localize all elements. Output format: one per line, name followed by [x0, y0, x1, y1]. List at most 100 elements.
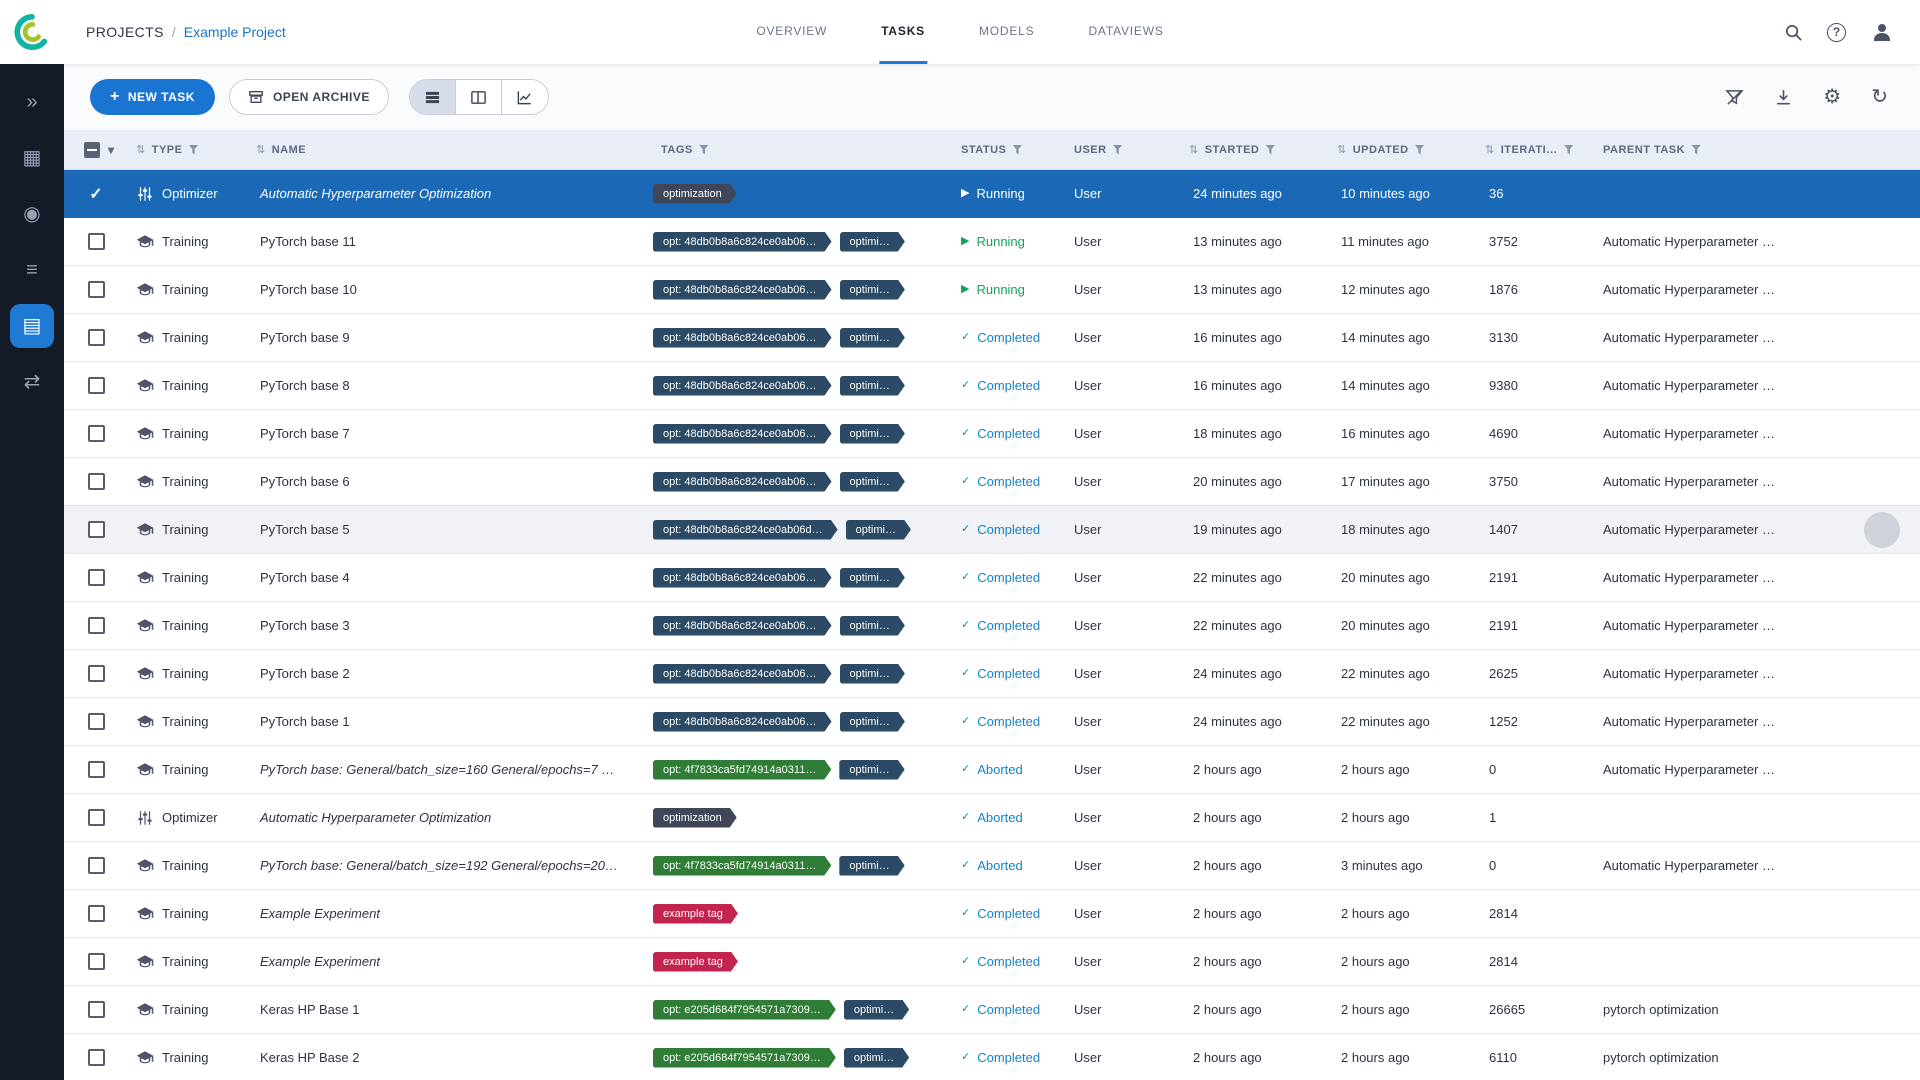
- filter-icon[interactable]: [1113, 145, 1123, 155]
- row-select-cell[interactable]: [64, 1049, 128, 1066]
- row-checkbox[interactable]: [88, 569, 105, 586]
- task-row[interactable]: OptimizerAutomatic Hyperparameter Optimi…: [64, 794, 1920, 842]
- sidebar-item-datasets[interactable]: ≡: [10, 248, 54, 292]
- row-checkbox[interactable]: [88, 809, 105, 826]
- tag-badge[interactable]: opt: e205d684f7954571a7309…: [653, 1000, 836, 1020]
- row-select-cell[interactable]: [64, 953, 128, 970]
- row-checkbox[interactable]: [88, 233, 105, 250]
- row-checkbox[interactable]: [88, 1049, 105, 1066]
- tag-badge[interactable]: optimi…: [846, 520, 911, 540]
- chevron-down-icon[interactable]: ▾: [108, 143, 115, 157]
- sidebar-item-pipelines[interactable]: ⇄: [10, 360, 54, 404]
- sidebar-item-projects[interactable]: ▦: [10, 136, 54, 180]
- task-name[interactable]: Keras HP Base 1: [248, 1002, 653, 1017]
- row-checkbox[interactable]: [88, 473, 105, 490]
- tab-tasks[interactable]: TASKS: [879, 0, 927, 64]
- tag-badge[interactable]: opt: 48db0b8a6c824ce0ab06…: [653, 712, 832, 732]
- sidebar-item-expand[interactable]: »: [10, 80, 54, 124]
- column-header-tags[interactable]: TAGS: [653, 144, 953, 156]
- breadcrumb-projects[interactable]: PROJECTS: [86, 24, 164, 40]
- row-select-cell[interactable]: ✓: [64, 184, 128, 204]
- row-checkbox[interactable]: [88, 1001, 105, 1018]
- task-row[interactable]: TrainingPyTorch base: General/batch_size…: [64, 842, 1920, 890]
- row-select-cell[interactable]: [64, 713, 128, 730]
- column-header-type[interactable]: ⇅TYPE: [128, 143, 248, 156]
- auto-refresh-icon[interactable]: ↻: [1871, 87, 1888, 107]
- filter-icon[interactable]: [188, 145, 198, 155]
- task-row[interactable]: TrainingKeras HP Base 2opt: e205d684f795…: [64, 1034, 1920, 1080]
- column-header-iterations[interactable]: ⇅ITERATI…: [1477, 143, 1595, 156]
- task-row[interactable]: TrainingPyTorch base 5opt: 48db0b8a6c824…: [64, 506, 1920, 554]
- task-name[interactable]: PyTorch base 5: [248, 522, 653, 537]
- row-checkbox[interactable]: [88, 617, 105, 634]
- tag-badge[interactable]: opt: 48db0b8a6c824ce0ab06d…: [653, 520, 838, 540]
- tab-overview[interactable]: OVERVIEW: [754, 0, 829, 64]
- clear-filters-icon[interactable]: [1725, 88, 1744, 107]
- task-row[interactable]: TrainingExample Experimentexample tag✓Co…: [64, 890, 1920, 938]
- task-name[interactable]: Automatic Hyperparameter Optimization: [248, 810, 653, 825]
- tag-badge[interactable]: optimi…: [840, 328, 905, 348]
- task-name[interactable]: PyTorch base 4: [248, 570, 653, 585]
- row-hover-indicator[interactable]: [1864, 512, 1900, 548]
- row-select-cell[interactable]: [64, 761, 128, 778]
- search-icon[interactable]: [1784, 23, 1803, 42]
- user-avatar[interactable]: [1870, 20, 1894, 44]
- row-select-cell[interactable]: [64, 1001, 128, 1018]
- filter-icon[interactable]: [1564, 145, 1574, 155]
- row-checkbox[interactable]: [88, 713, 105, 730]
- row-select-cell[interactable]: [64, 521, 128, 538]
- sort-icon[interactable]: ⇅: [1189, 143, 1199, 156]
- row-checkbox[interactable]: [88, 953, 105, 970]
- task-name[interactable]: PyTorch base: General/batch_size=160 Gen…: [248, 762, 653, 777]
- select-all-cell[interactable]: ▾: [64, 142, 128, 158]
- tag-badge[interactable]: opt: 48db0b8a6c824ce0ab06…: [653, 376, 832, 396]
- row-select-cell[interactable]: [64, 905, 128, 922]
- tag-badge[interactable]: opt: 48db0b8a6c824ce0ab06…: [653, 280, 832, 300]
- help-icon[interactable]: ?: [1827, 23, 1846, 42]
- open-archive-button[interactable]: OPEN ARCHIVE: [229, 79, 389, 115]
- sort-icon[interactable]: ⇅: [1337, 143, 1347, 156]
- task-row[interactable]: TrainingPyTorch base 8opt: 48db0b8a6c824…: [64, 362, 1920, 410]
- tag-badge[interactable]: opt: 48db0b8a6c824ce0ab06…: [653, 616, 832, 636]
- task-row[interactable]: TrainingPyTorch base 1opt: 48db0b8a6c824…: [64, 698, 1920, 746]
- app-logo[interactable]: [0, 13, 64, 51]
- row-select-cell[interactable]: [64, 809, 128, 826]
- row-checkbox[interactable]: [88, 425, 105, 442]
- chart-view-toggle[interactable]: [502, 80, 548, 114]
- row-checkbox[interactable]: [88, 377, 105, 394]
- task-row[interactable]: TrainingPyTorch base 2opt: 48db0b8a6c824…: [64, 650, 1920, 698]
- tag-badge[interactable]: optimi…: [840, 232, 905, 252]
- task-row[interactable]: TrainingKeras HP Base 1opt: e205d684f795…: [64, 986, 1920, 1034]
- download-icon[interactable]: [1774, 88, 1793, 107]
- tag-badge[interactable]: optimi…: [840, 616, 905, 636]
- task-name[interactable]: PyTorch base 7: [248, 426, 653, 441]
- row-checkbox[interactable]: [88, 665, 105, 682]
- tab-dataviews[interactable]: DATAVIEWS: [1086, 0, 1165, 64]
- task-row[interactable]: TrainingPyTorch base 4opt: 48db0b8a6c824…: [64, 554, 1920, 602]
- new-task-button[interactable]: + NEW TASK: [90, 79, 215, 115]
- column-header-started[interactable]: ⇅STARTED: [1181, 143, 1329, 156]
- task-row[interactable]: TrainingPyTorch base 3opt: 48db0b8a6c824…: [64, 602, 1920, 650]
- tag-badge[interactable]: optimi…: [839, 856, 904, 876]
- filter-icon[interactable]: [1265, 145, 1275, 155]
- column-header-updated[interactable]: ⇅UPDATED: [1329, 143, 1477, 156]
- tag-badge[interactable]: opt: 48db0b8a6c824ce0ab06…: [653, 472, 832, 492]
- filter-icon[interactable]: [699, 145, 709, 155]
- tab-models[interactable]: MODELS: [977, 0, 1036, 64]
- task-name[interactable]: PyTorch base 11: [248, 234, 653, 249]
- task-row[interactable]: TrainingPyTorch base 9opt: 48db0b8a6c824…: [64, 314, 1920, 362]
- tag-badge[interactable]: optimi…: [840, 664, 905, 684]
- column-header-parent[interactable]: PARENT TASK: [1595, 144, 1920, 156]
- tag-badge[interactable]: opt: 4f7833ca5fd74914a0311…: [653, 760, 831, 780]
- sort-icon[interactable]: ⇅: [136, 143, 146, 156]
- row-checkbox[interactable]: [88, 761, 105, 778]
- task-name[interactable]: Automatic Hyperparameter Optimization: [248, 186, 653, 201]
- tag-badge[interactable]: opt: e205d684f7954571a7309…: [653, 1048, 836, 1068]
- tag-badge[interactable]: optimization: [653, 808, 737, 828]
- tag-badge[interactable]: example tag: [653, 952, 738, 972]
- filter-icon[interactable]: [1691, 145, 1701, 155]
- row-checkbox[interactable]: [88, 521, 105, 538]
- task-name[interactable]: PyTorch base 1: [248, 714, 653, 729]
- settings-gear-icon[interactable]: ⚙: [1823, 87, 1841, 107]
- sidebar-item-workers[interactable]: ◉: [10, 192, 54, 236]
